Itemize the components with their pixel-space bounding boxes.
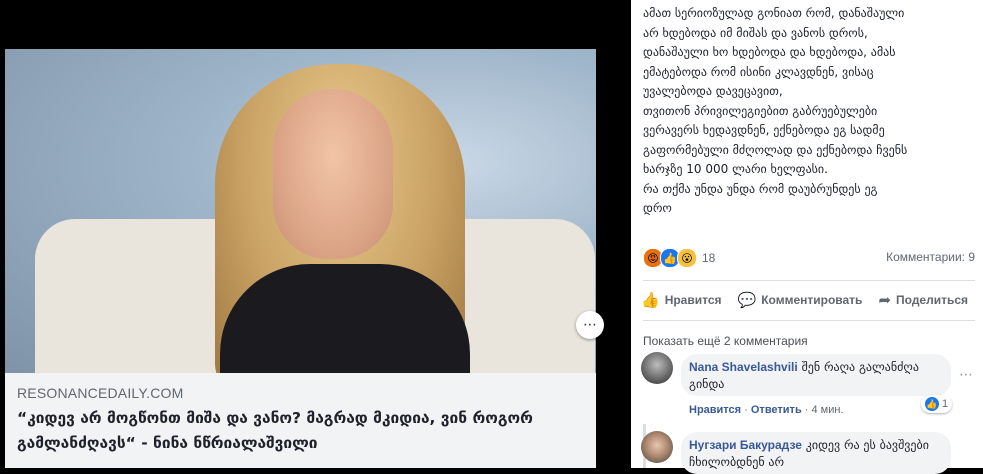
comment-like-badge[interactable]: 👍 1 xyxy=(921,395,953,413)
avatar[interactable] xyxy=(641,431,673,463)
comment-reply-link[interactable]: Ответить xyxy=(751,404,802,416)
post-panel: ამათ სერიოზულად გონიათ რომ, დანაშაული არ… xyxy=(631,0,983,474)
comment-button[interactable]: 💬 Комментировать xyxy=(738,289,863,311)
comment-options-icon[interactable]: ⋯ xyxy=(959,367,973,383)
like-button[interactable]: 👍 Нравится xyxy=(641,289,722,311)
comment-meta: Нравится · Ответить · 4 мин. xyxy=(689,404,844,416)
comments-count-link[interactable]: Комментарии: 9 xyxy=(886,250,975,264)
link-domain: RESONANCEDAILY.COM xyxy=(17,385,184,401)
like-label: Нравится xyxy=(664,293,722,307)
share-icon: ➦ xyxy=(878,292,892,309)
link-headline[interactable]: “კიდევ არ მოგწონთ მიშა და ვანო? მაგრად მ… xyxy=(17,406,577,456)
comment-label: Комментировать xyxy=(761,293,863,307)
reactions-summary[interactable]: 😡 👍 😮 18 xyxy=(643,248,715,268)
comment-author[interactable]: Нугзари Бакурадзе xyxy=(689,438,802,452)
link-preview-card[interactable]: RESONANCEDAILY.COM “კიდევ არ მოგწონთ მიშ… xyxy=(5,49,596,468)
comment-like-link[interactable]: Нравится xyxy=(689,404,741,416)
comment-bubble: Nana Shavelashvili შენ რაღა გალანძღა გინ… xyxy=(681,354,951,396)
reaction-count: 18 xyxy=(702,251,716,265)
preview-image[interactable] xyxy=(5,49,596,373)
thumbs-up-icon: 👍 xyxy=(641,292,660,309)
share-button[interactable]: ➦ Поделиться xyxy=(878,289,968,311)
comment-like-count: 1 xyxy=(942,398,949,410)
divider xyxy=(643,320,975,321)
share-label: Поделиться xyxy=(896,293,969,307)
post-text: ამათ სერიოზულად გონიათ რომ, დანაშაული არ… xyxy=(643,6,908,215)
comment-author[interactable]: Nana Shavelashvili xyxy=(689,360,798,374)
avatar[interactable] xyxy=(641,352,673,384)
like-badge-icon: 👍 xyxy=(925,397,939,411)
link-meta[interactable]: RESONANCEDAILY.COM “კიდევ არ მოგწონთ მიშ… xyxy=(5,373,596,468)
wow-reaction-icon: 😮 xyxy=(677,248,697,268)
comment-icon: 💬 xyxy=(737,292,757,309)
post-actions: 👍 Нравится 💬 Комментировать ➦ Поделиться xyxy=(641,289,983,311)
more-options-icon[interactable]: ⋯ xyxy=(576,311,604,339)
photo-panel: RESONANCEDAILY.COM “კიდევ არ მოგწონთ მიშ… xyxy=(0,0,631,468)
show-more-comments-link[interactable]: Показать ещё 2 комментария xyxy=(643,334,808,348)
divider xyxy=(643,280,975,281)
comment-time[interactable]: 4 мин. xyxy=(812,404,844,416)
